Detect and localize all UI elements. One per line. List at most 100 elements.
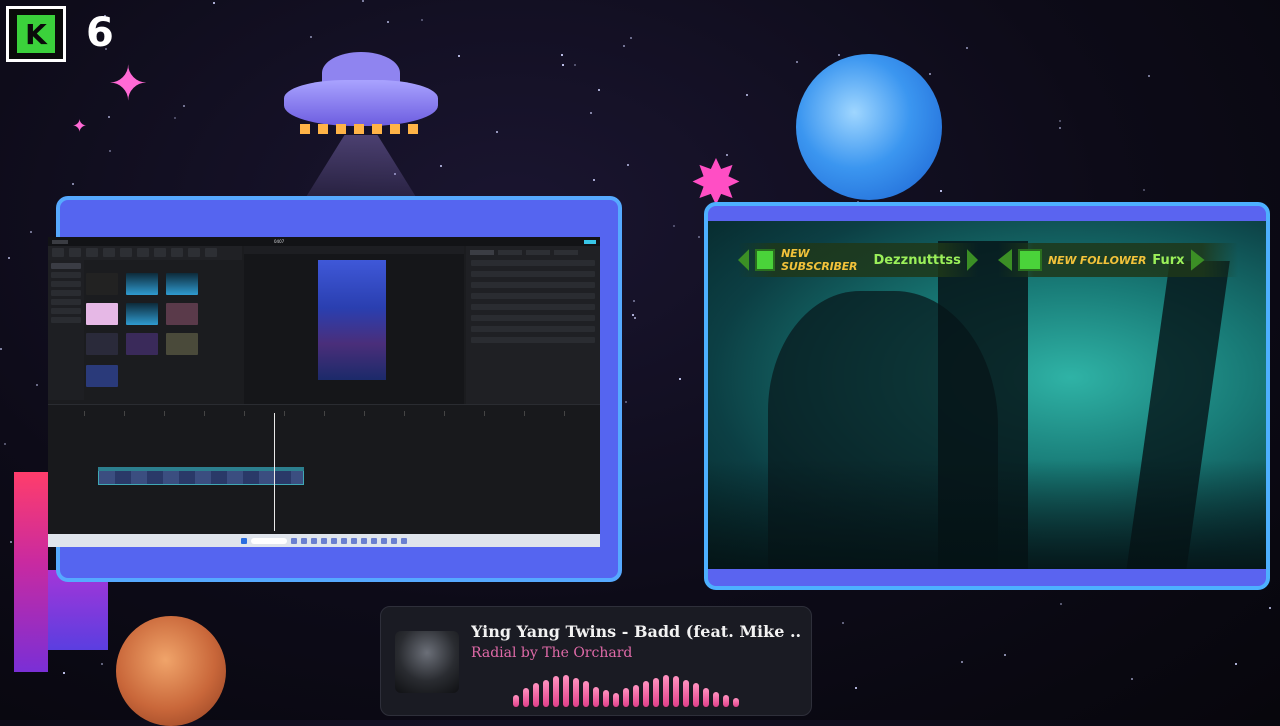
star-dot <box>961 661 963 663</box>
orange-planet-icon <box>116 616 226 726</box>
slime-icon <box>755 249 776 271</box>
visualizer-bar <box>673 676 679 707</box>
editor-timeline <box>48 404 600 535</box>
media-thumbnail <box>126 273 158 295</box>
media-thumbnail <box>86 333 118 355</box>
star-dot <box>698 236 700 238</box>
star-dot <box>679 378 681 380</box>
visualizer-bar <box>623 688 629 707</box>
star-dot <box>174 117 176 119</box>
chevron-left-icon <box>738 249 750 271</box>
visualizer-bar <box>523 688 529 707</box>
visualizer-bar <box>653 678 659 707</box>
star-dot <box>63 672 65 674</box>
blue-planet-icon <box>796 54 942 200</box>
pixel-pillar-decoration <box>48 570 108 650</box>
star-dot <box>1143 189 1145 191</box>
new-subscriber-alert: NEW SUBSCRIBER Dezznutttss <box>738 243 979 277</box>
ufo-lights <box>300 124 420 134</box>
visualizer-bar <box>583 681 589 707</box>
media-thumbnail <box>166 303 198 325</box>
star-dot <box>8 257 10 259</box>
visualizer-bar <box>663 675 669 707</box>
visualizer-bar <box>553 676 559 707</box>
album-art <box>395 631 459 693</box>
adjustment-tool-icon <box>188 248 200 257</box>
star-dot <box>929 73 931 75</box>
visualizer-bar <box>633 685 639 707</box>
star-dot <box>108 116 110 118</box>
star-dot <box>101 663 103 665</box>
star-dot <box>362 0 364 2</box>
visualizer-bar <box>723 695 729 707</box>
windows-taskbar <box>48 534 600 547</box>
track-artist: Radial by The Orchard <box>471 645 633 661</box>
visualizer-bar <box>683 680 689 707</box>
captions-tool-icon <box>154 248 166 257</box>
star-dot <box>561 54 563 56</box>
star-dot <box>310 36 312 38</box>
star-dot <box>213 2 215 4</box>
star-dot <box>4 443 6 445</box>
star-dot <box>1059 120 1061 122</box>
star-dot <box>183 105 185 107</box>
visualizer-bar <box>703 688 709 707</box>
chevron-right-icon <box>966 249 979 271</box>
media-thumbnail <box>86 273 118 295</box>
media-thumbnail <box>86 303 118 325</box>
visualizer-bar <box>573 678 579 707</box>
star-dot <box>632 314 634 316</box>
pixel-pillar-decoration <box>14 472 48 672</box>
stickers-tool-icon <box>103 248 115 257</box>
editor-media-sidebar <box>48 260 84 400</box>
star-dot <box>593 179 595 181</box>
ufo-icon <box>284 80 438 126</box>
star-dot <box>966 47 968 49</box>
star-dot <box>598 89 600 91</box>
star-dot <box>634 317 636 319</box>
star-dot <box>458 55 460 57</box>
star-dot <box>1235 663 1237 665</box>
star-dot <box>496 131 498 133</box>
visualizer-bar <box>713 692 719 707</box>
audio-tool-icon <box>69 248 81 257</box>
editor-title-bar: 0407 <box>48 237 600 246</box>
media-thumbnail <box>166 273 198 295</box>
star-dot <box>0 348 2 350</box>
ufo-beam <box>306 135 416 197</box>
now-playing-widget: Ying Yang Twins - Badd (feat. Mike ... R… <box>380 606 812 716</box>
editor-media-grid <box>86 273 242 399</box>
alert-tag: NEW FOLLOWER <box>1048 253 1147 267</box>
slime-icon <box>1018 249 1042 271</box>
star-dot <box>109 150 111 152</box>
video-editor-capture: 0407 <box>48 237 600 547</box>
star-dot <box>625 401 627 403</box>
star-dot <box>1004 654 1006 656</box>
star-dot <box>1060 603 1062 605</box>
star-dot <box>30 231 32 233</box>
media-thumbnail <box>126 303 158 325</box>
star-dot <box>562 64 564 66</box>
star-dot <box>72 183 74 185</box>
star-dot <box>1059 127 1061 129</box>
star-dot <box>574 64 576 66</box>
star-dot <box>796 61 798 63</box>
transitions-tool-icon <box>137 248 149 257</box>
alert-username: Furx <box>1152 252 1185 268</box>
star-dot <box>627 164 629 166</box>
visualizer-bar <box>693 683 699 707</box>
media-thumbnail <box>86 365 118 387</box>
start-icon <box>241 537 247 544</box>
star-dot <box>440 165 442 167</box>
preview-video-frame <box>318 260 386 380</box>
star-dot <box>630 37 632 39</box>
sparkle-icon: ✦ <box>72 116 88 137</box>
taskbar-search <box>251 537 287 544</box>
chevron-left-icon <box>998 249 1012 271</box>
counter-value: 6 <box>86 10 114 56</box>
media-thumbnail <box>166 333 198 355</box>
timeline-playhead <box>274 413 275 531</box>
editor-properties-panel <box>466 246 600 404</box>
visualizer-bar <box>643 681 649 707</box>
star-dot <box>10 541 12 543</box>
